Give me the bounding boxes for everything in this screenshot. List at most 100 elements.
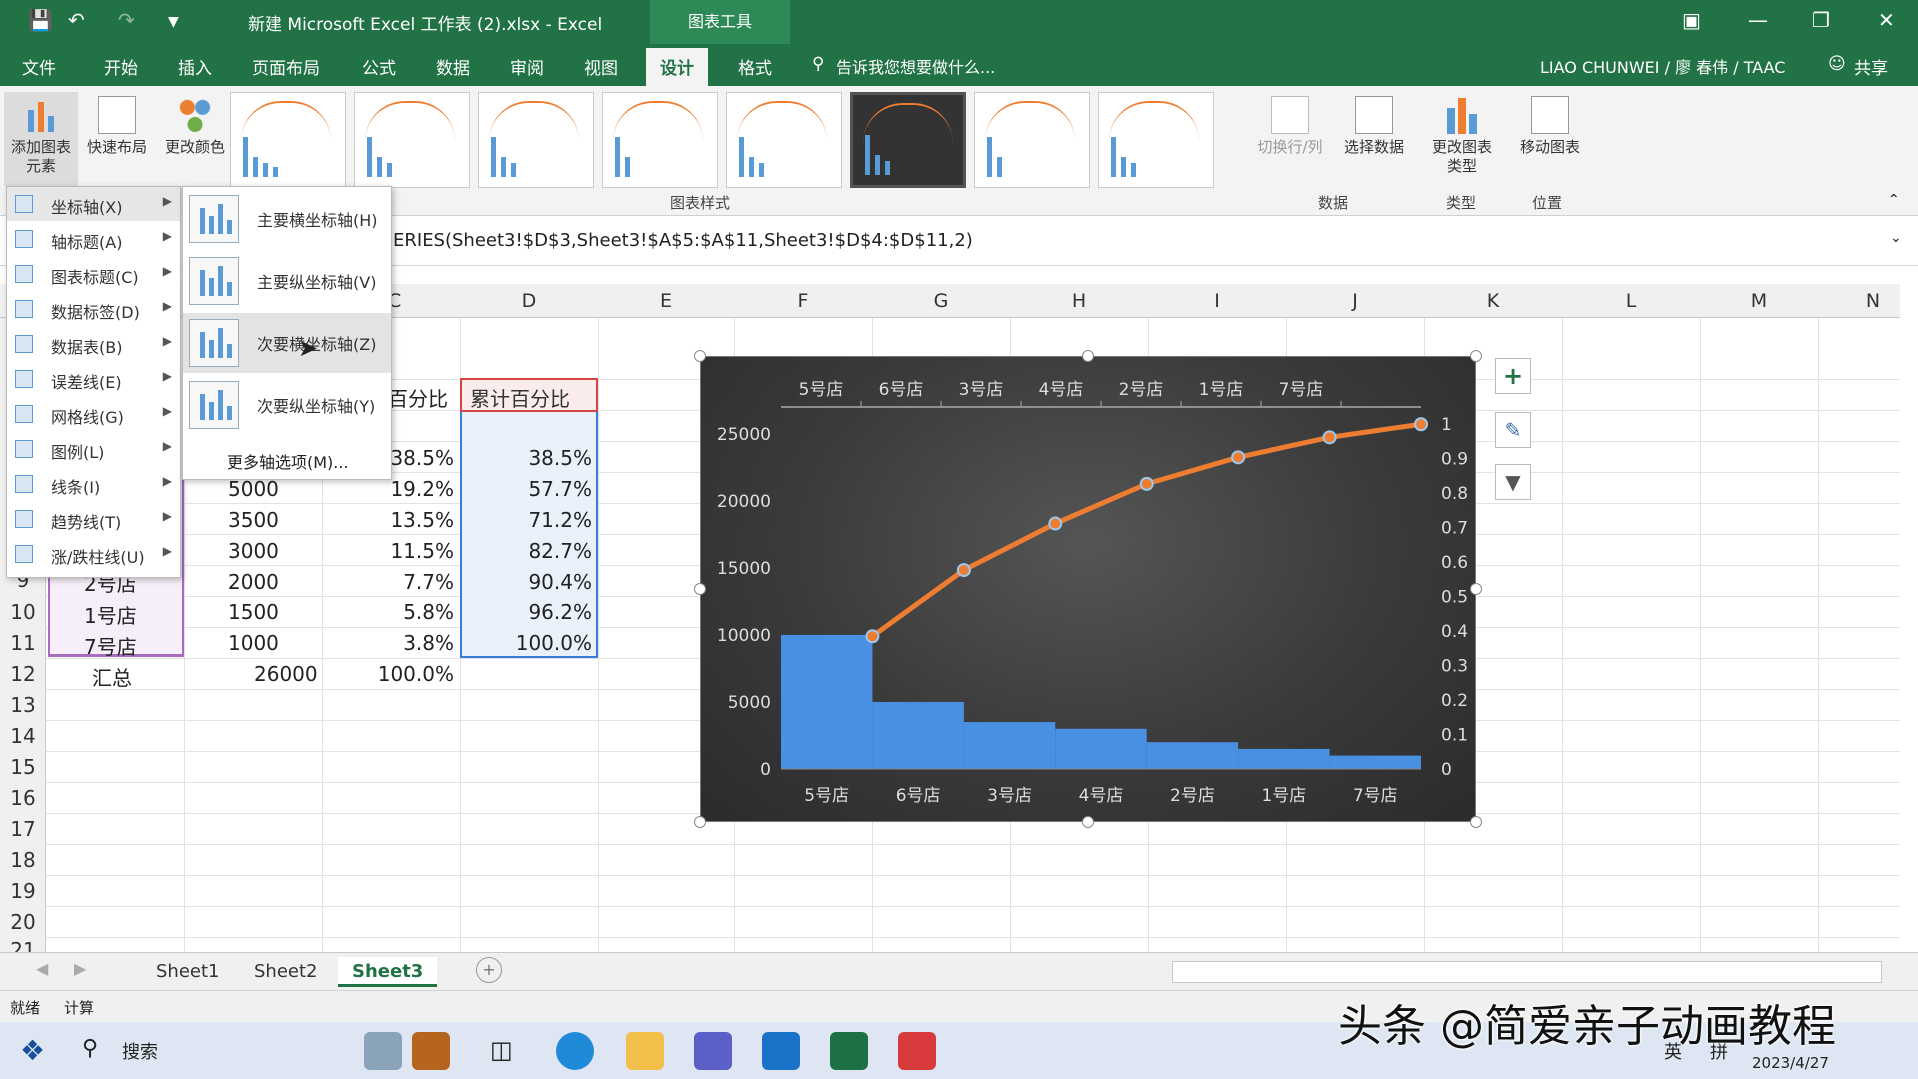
- scroll-sheets-right-icon[interactable]: ▶: [74, 959, 86, 978]
- minimize-button[interactable]: —: [1748, 8, 1768, 32]
- menu-item-axes[interactable]: 坐标轴(X) ▶: [7, 187, 180, 221]
- taskbar-app-briefcase-icon[interactable]: [412, 1032, 450, 1070]
- row-header-16[interactable]: 16: [0, 786, 46, 810]
- column-header-k[interactable]: K: [1424, 290, 1562, 312]
- add-sheet-icon[interactable]: +: [476, 957, 502, 983]
- row-header-10[interactable]: 10: [0, 600, 46, 624]
- column-header-i[interactable]: I: [1148, 290, 1286, 312]
- windows-start-icon[interactable]: ❖: [20, 1034, 45, 1067]
- cell-c8[interactable]: 7.7%: [384, 570, 454, 594]
- cell-b7[interactable]: 3000: [228, 539, 279, 563]
- sheet-tab-sheet1[interactable]: Sheet1: [142, 957, 234, 987]
- column-header-n[interactable]: N: [1858, 290, 1888, 312]
- file-explorer-icon[interactable]: [626, 1032, 664, 1070]
- ribbon-display-icon[interactable]: ▣: [1682, 8, 1701, 32]
- move-chart-button[interactable]: 移动图表: [1510, 96, 1590, 157]
- chart-resize-handle-tl[interactable]: [694, 350, 706, 362]
- tab-formulas[interactable]: 公式: [362, 54, 396, 79]
- chart-elements-plus-icon[interactable]: +: [1495, 358, 1531, 394]
- chart-style-2[interactable]: [354, 92, 470, 188]
- cell-d6[interactable]: 71.2%: [500, 508, 592, 532]
- cell-a12-total[interactable]: 汇总: [92, 662, 132, 691]
- collapse-ribbon-icon[interactable]: ⌃: [1888, 192, 1900, 208]
- cell-a10-store[interactable]: 1号店: [84, 600, 137, 629]
- select-data-button[interactable]: 选择数据: [1334, 96, 1414, 157]
- tab-review[interactable]: 审阅: [510, 54, 544, 79]
- cell-b8[interactable]: 2000: [228, 570, 279, 594]
- row-header-20[interactable]: 20: [0, 910, 46, 934]
- tab-file[interactable]: 文件: [22, 54, 56, 79]
- save-icon[interactable]: 💾: [28, 8, 53, 32]
- chart-resize-handle-t[interactable]: [1082, 350, 1094, 362]
- cell-b6[interactable]: 3500: [228, 508, 279, 532]
- row-header-21[interactable]: 21: [0, 938, 46, 952]
- chart-style-8[interactable]: [1098, 92, 1214, 188]
- column-header-e[interactable]: E: [598, 290, 734, 312]
- chart-filter-icon[interactable]: ▼: [1495, 464, 1531, 500]
- chart-resize-handle-tr[interactable]: [1470, 350, 1482, 362]
- cell-d7[interactable]: 82.7%: [500, 539, 592, 563]
- menu-item-error-bars[interactable]: 误差线(E) ▶: [7, 362, 180, 396]
- taskbar-app-photo-icon[interactable]: [364, 1032, 402, 1070]
- cell-d10[interactable]: 100.0%: [500, 631, 592, 655]
- change-colors-button[interactable]: 更改颜色: [160, 96, 230, 157]
- chart-resize-handle-l[interactable]: [694, 583, 706, 595]
- cell-b9[interactable]: 1500: [228, 600, 279, 624]
- menu-item-axis-titles[interactable]: 轴标题(A) ▶: [7, 222, 180, 256]
- chart-style-7[interactable]: [974, 92, 1090, 188]
- tab-format[interactable]: 格式: [738, 54, 772, 79]
- more-axis-options-link[interactable]: 更多轴选项(M)...: [227, 449, 349, 473]
- formula-input[interactable]: ERIES(Sheet3!$D$3,Sheet3!$A$5:$A$11,Shee…: [393, 230, 973, 251]
- teams-icon[interactable]: [694, 1032, 732, 1070]
- sheet-tab-sheet3[interactable]: Sheet3: [338, 957, 438, 987]
- cell-c12[interactable]: 100.0%: [372, 662, 454, 686]
- menu-item-gridlines[interactable]: 网格线(G) ▶: [7, 397, 180, 431]
- pareto-chart[interactable]: 25000 20000 15000 10000 5000 0 1 0.9 0.8 0.7 0.6 0.…: [700, 356, 1476, 822]
- horizontal-scrollbar[interactable]: [1172, 961, 1882, 983]
- column-header-g[interactable]: G: [872, 290, 1010, 312]
- customize-qat-icon[interactable]: ▼: [168, 14, 179, 30]
- scroll-sheets-left-icon[interactable]: ◀: [36, 959, 48, 978]
- share-button[interactable]: 共享: [1854, 54, 1888, 79]
- tab-data[interactable]: 数据: [436, 54, 470, 79]
- submenu-secondary-horizontal-axis[interactable]: 次要横坐标轴(Z): [183, 313, 391, 373]
- cell-b12[interactable]: 26000: [254, 662, 318, 686]
- undo-icon[interactable]: ↶: [68, 8, 85, 32]
- cell-d3-header[interactable]: 累计百分比: [470, 383, 570, 412]
- row-header-18[interactable]: 18: [0, 848, 46, 872]
- tab-insert[interactable]: 插入: [178, 54, 212, 79]
- cell-c10[interactable]: 3.8%: [384, 631, 454, 655]
- menu-item-lines[interactable]: 线条(I) ▶: [7, 467, 180, 501]
- row-header-11[interactable]: 11: [0, 631, 46, 655]
- cell-a11-store[interactable]: 7号店: [84, 631, 137, 660]
- column-header-j[interactable]: J: [1286, 290, 1424, 312]
- cell-c6[interactable]: 13.5%: [384, 508, 454, 532]
- switch-row-column-button[interactable]: 切换行/列: [1250, 96, 1330, 157]
- cell-c9[interactable]: 5.8%: [384, 600, 454, 624]
- row-header-14[interactable]: 14: [0, 724, 46, 748]
- submenu-secondary-vertical-axis[interactable]: 次要纵坐标轴(Y): [183, 375, 391, 435]
- restore-button[interactable]: ❐: [1812, 8, 1830, 32]
- search-icon[interactable]: ⚲: [82, 1036, 98, 1061]
- column-header-m[interactable]: M: [1700, 290, 1818, 312]
- row-header-19[interactable]: 19: [0, 879, 46, 903]
- task-view-icon[interactable]: ◫: [490, 1036, 513, 1064]
- tab-design[interactable]: 设计: [646, 48, 708, 86]
- chart-style-6-selected[interactable]: [850, 92, 966, 188]
- cell-c4[interactable]: 38.5%: [384, 446, 454, 470]
- chart-style-4[interactable]: [602, 92, 718, 188]
- tab-view[interactable]: 视图: [584, 54, 618, 79]
- chart-style-1[interactable]: [230, 92, 346, 188]
- expand-formula-icon[interactable]: ⌄: [1890, 230, 1902, 246]
- chart-styles-brush-icon[interactable]: ✎: [1495, 412, 1531, 448]
- menu-item-data-table[interactable]: 数据表(B) ▶: [7, 327, 180, 361]
- cell-b5[interactable]: 5000: [228, 477, 279, 501]
- tell-me-input[interactable]: 告诉我您想要做什么...: [836, 54, 995, 78]
- close-button[interactable]: ✕: [1878, 8, 1895, 32]
- chart-resize-handle-bl[interactable]: [694, 816, 706, 828]
- row-header-17[interactable]: 17: [0, 817, 46, 841]
- cell-c7[interactable]: 11.5%: [384, 539, 454, 563]
- quick-layout-button[interactable]: 快速布局: [82, 96, 152, 157]
- tab-home[interactable]: 开始: [104, 54, 138, 79]
- chart-style-5[interactable]: [726, 92, 842, 188]
